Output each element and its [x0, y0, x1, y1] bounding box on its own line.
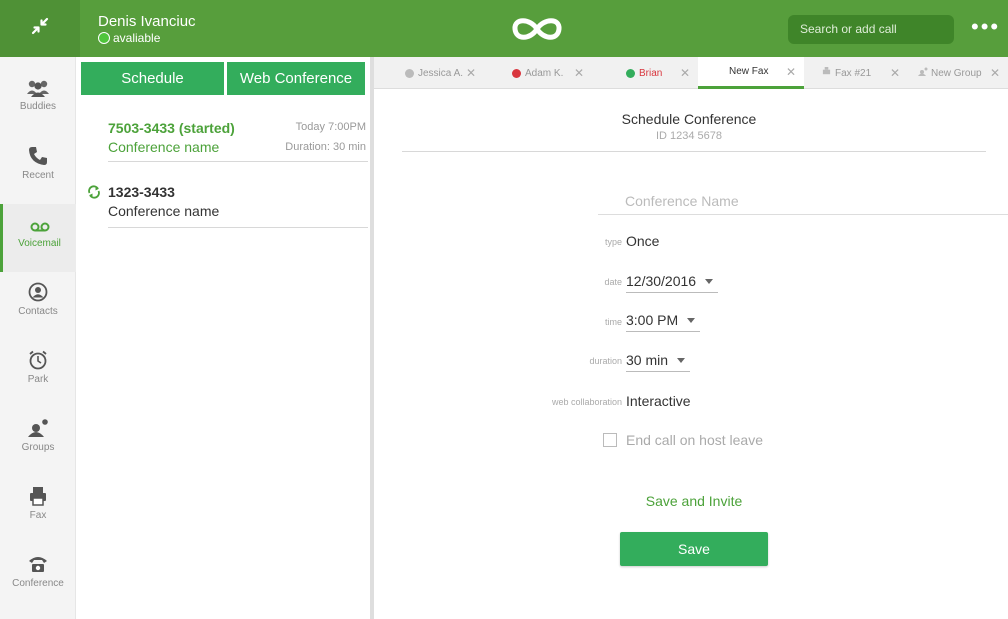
tab-label: New Group: [931, 67, 982, 79]
end-call-checkbox[interactable]: [603, 433, 617, 447]
nav-contacts[interactable]: Contacts: [0, 272, 76, 340]
tab-bar: Jessica A. ✕ Adam K. ✕ Brian ✕ New Fax ✕…: [374, 57, 1008, 89]
user-profile[interactable]: Denis Ivanciuc avaliable: [98, 13, 196, 45]
park-icon: [28, 340, 48, 374]
chevron-down-icon: [687, 317, 696, 323]
end-call-label[interactable]: End call on host leave: [626, 432, 763, 448]
voicemail-icon: [30, 204, 50, 238]
close-icon[interactable]: ✕: [786, 65, 796, 79]
nav-fax[interactable]: Fax: [0, 476, 76, 544]
groups-icon: [27, 408, 49, 442]
top-bar: Denis Ivanciuc avaliable Search or add c…: [0, 0, 1008, 57]
save-button[interactable]: Save: [620, 532, 768, 566]
divider: [402, 151, 986, 152]
tab-label: Brian: [639, 67, 663, 79]
nav-park-label: Park: [27, 374, 49, 385]
chevron-down-icon: [705, 278, 714, 284]
collapse-button[interactable]: [0, 0, 80, 57]
group-icon: [918, 67, 928, 79]
conference-name-input[interactable]: [598, 188, 1008, 215]
collapse-icon: [31, 17, 49, 40]
conference-item[interactable]: 1323-3433 Conference name: [108, 184, 368, 228]
status-offline-icon: [405, 68, 414, 78]
buddies-icon: [26, 67, 50, 101]
phone-icon: [28, 136, 48, 170]
web-conference-button[interactable]: Web Conference: [227, 62, 365, 95]
nav-contacts-label: Contacts: [18, 306, 58, 317]
web-collaboration-label: web collaboration: [551, 397, 622, 407]
tab-label: Fax #21: [835, 67, 872, 79]
date-select[interactable]: 12/30/2016: [626, 273, 719, 293]
conference-duration: Duration: 30 min: [285, 141, 366, 153]
type-label: type: [604, 237, 622, 247]
fax-icon: [822, 67, 831, 79]
status-busy-icon: [512, 68, 521, 78]
user-name: Denis Ivanciuc: [98, 13, 196, 30]
nav-buddies[interactable]: Buddies: [0, 67, 76, 135]
tab-fax-21[interactable]: Fax #21 ✕: [804, 57, 908, 89]
duration-label: duration: [589, 356, 622, 366]
status-available-icon: [98, 32, 110, 44]
chevron-down-icon: [677, 357, 686, 363]
nav-buddies-label: Buddies: [19, 101, 57, 112]
save-and-invite-button[interactable]: Save and Invite: [620, 493, 768, 509]
tab-brian[interactable]: Brian ✕: [592, 57, 698, 89]
search-input[interactable]: Search or add call: [788, 15, 954, 44]
tab-label: New Fax: [729, 66, 769, 77]
more-options-icon[interactable]: •••: [971, 16, 1000, 38]
conference-icon: [28, 544, 48, 578]
nav-recent[interactable]: Recent: [0, 136, 76, 204]
close-icon[interactable]: ✕: [890, 66, 900, 80]
status-online-icon: [626, 68, 635, 78]
nav-voicemail-label: Voicemail: [18, 238, 61, 249]
date-value: 12/30/2016: [626, 273, 697, 289]
tab-label: Jessica A.: [418, 67, 464, 79]
duration-select[interactable]: 30 min: [626, 352, 691, 372]
conference-time: Today 7:00PM: [295, 121, 366, 133]
nav-groups-label: Groups: [21, 442, 55, 453]
date-label: date: [604, 277, 622, 287]
conference-id: ID 1234 5678: [655, 130, 723, 142]
nav-recent-label: Recent: [22, 170, 54, 181]
search-placeholder: Search or add call: [800, 22, 897, 36]
nav-groups[interactable]: Groups: [0, 408, 76, 476]
conference-item[interactable]: 7503-3433 (started) Conference name Toda…: [108, 120, 368, 162]
close-icon[interactable]: ✕: [990, 66, 1000, 80]
type-value[interactable]: Once: [626, 233, 659, 249]
nav-conference[interactable]: Conference: [0, 544, 76, 612]
time-value: 3:00 PM: [626, 312, 679, 328]
nav-fax-label: Fax: [29, 510, 47, 521]
time-label: time: [604, 317, 622, 327]
tab-new-group[interactable]: New Group ✕: [908, 57, 1008, 89]
user-status-text: avaliable: [113, 31, 161, 45]
refresh-icon: [87, 185, 101, 204]
contact-icon: [28, 272, 48, 306]
tab-label: Adam K.: [525, 67, 564, 79]
schedule-button[interactable]: Schedule: [81, 62, 224, 95]
close-icon[interactable]: ✕: [466, 66, 476, 80]
user-status: avaliable: [98, 31, 196, 45]
conference-name: Conference name: [108, 203, 220, 219]
tab-new-fax[interactable]: New Fax ✕: [698, 57, 804, 89]
left-navigation: Buddies Recent Voicemail Contacts Park G…: [0, 57, 76, 619]
tab-adam[interactable]: Adam K. ✕: [484, 57, 592, 89]
conference-number: 1323-3433: [108, 184, 175, 200]
conference-list-panel: Schedule Web Conference 7503-3433 (start…: [76, 57, 370, 619]
form-title: Schedule Conference: [621, 111, 757, 127]
app-logo: [510, 14, 564, 49]
nav-park[interactable]: Park: [0, 340, 76, 408]
tab-jessica[interactable]: Jessica A. ✕: [374, 57, 484, 89]
nav-conference-label: Conference: [12, 578, 64, 589]
close-icon[interactable]: ✕: [574, 66, 584, 80]
close-icon[interactable]: ✕: [680, 66, 690, 80]
nav-voicemail[interactable]: Voicemail: [0, 204, 76, 272]
web-collaboration-value[interactable]: Interactive: [626, 393, 691, 409]
time-select[interactable]: 3:00 PM: [626, 312, 701, 332]
duration-value: 30 min: [626, 352, 669, 368]
fax-icon: [28, 476, 48, 510]
